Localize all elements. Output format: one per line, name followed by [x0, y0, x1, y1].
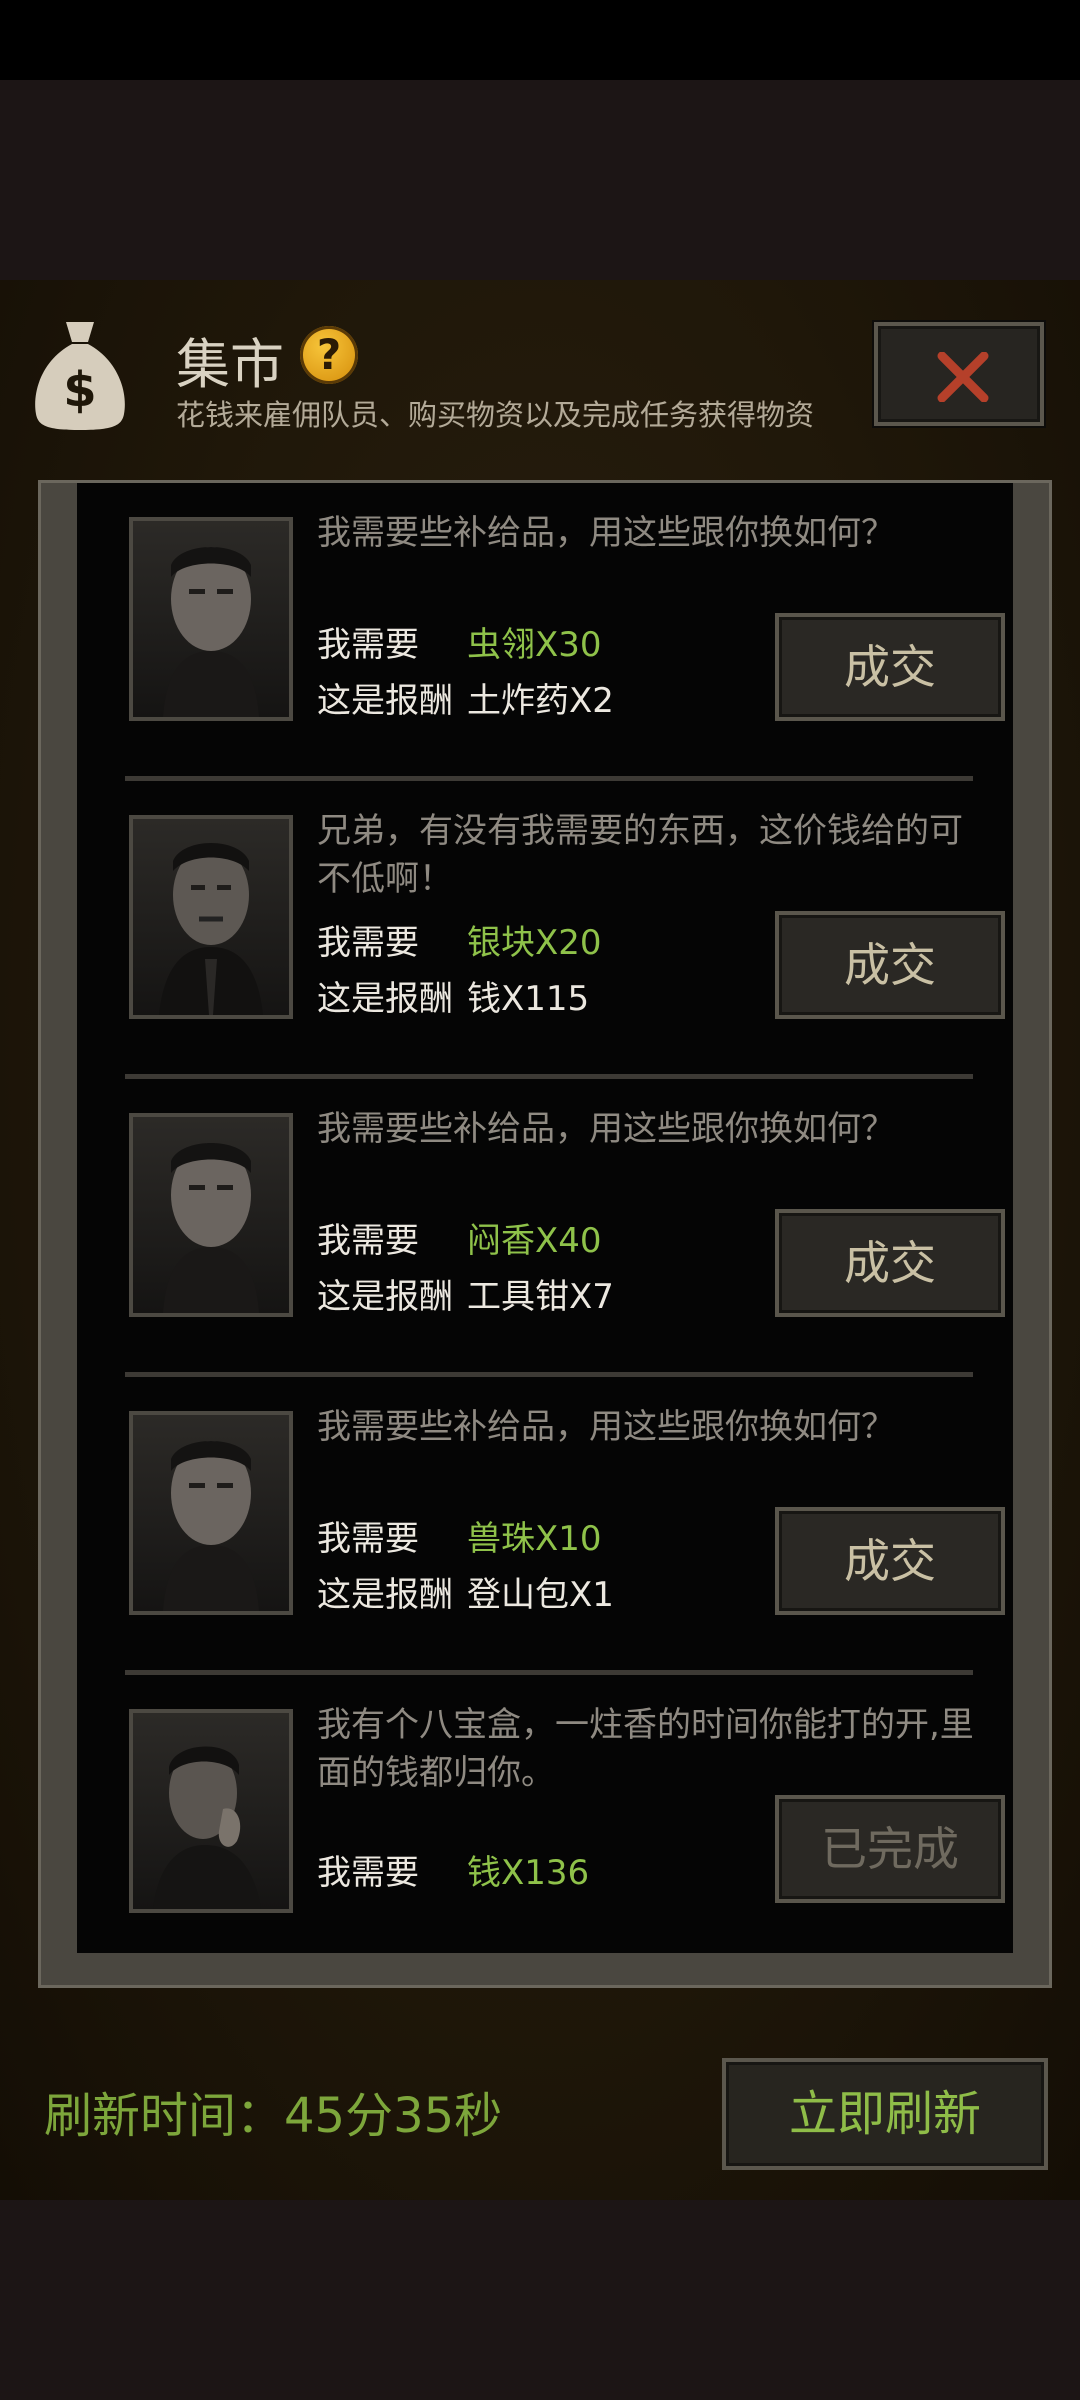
deal-button[interactable]: 成交	[775, 1507, 1005, 1615]
trade-dialog: 兄弟，有没有我需要的东西，这价钱给的可不低啊！	[317, 811, 963, 899]
trader-portrait	[129, 815, 293, 1019]
reward-label: 这是报酬	[317, 681, 453, 721]
reward-value: 钱X115	[467, 979, 590, 1019]
need-label: 我需要	[317, 923, 419, 963]
need-value: 兽珠X10	[467, 1519, 602, 1559]
trader-face-image	[153, 1746, 261, 1909]
bag-dollar-glyph: $	[63, 362, 96, 418]
need-value: 银块X20	[467, 923, 602, 963]
trade-row: 我需要些补给品，用这些跟你换如何？ 我需要 闷香X40 这是报酬 工具钳X7 成…	[77, 1079, 1013, 1377]
trade-row: 兄弟，有没有我需要的东西，这价钱给的可不低啊！ 我需要 银块X20 这是报酬 钱…	[77, 781, 1013, 1079]
trader-portrait	[129, 517, 293, 721]
market-panel: $ 集市 ? 花钱来雇佣队员、购买物资以及完成任务获得物资 我需要些补给品，用这…	[0, 280, 1080, 2200]
trade-dialog: 我需要些补给品，用这些跟你换如何？	[317, 513, 895, 553]
page-title: 集市	[176, 333, 284, 396]
trader-face-image	[163, 1143, 259, 1313]
close-button[interactable]	[874, 322, 1044, 426]
bottom-backdrop	[0, 2200, 1080, 2400]
completed-button: 已完成	[775, 1795, 1005, 1903]
trade-row: 我有个八宝盒，一炷香的时间你能打的开,里面的钱都归你。 我需要 钱X136 已完…	[77, 1675, 1013, 1973]
trader-portrait	[129, 1113, 293, 1317]
money-bag-icon: $	[35, 322, 125, 430]
trader-portrait	[129, 1411, 293, 1615]
help-icon[interactable]: ?	[300, 326, 358, 384]
reward-label: 这是报酬	[317, 979, 453, 1019]
need-label: 我需要	[317, 1853, 419, 1893]
reward-value: 工具钳X7	[467, 1277, 614, 1317]
refresh-timer: 刷新时间：45分35秒	[44, 2088, 503, 2144]
deal-button[interactable]: 成交	[775, 1209, 1005, 1317]
trade-list[interactable]: 我需要些补给品，用这些跟你换如何？ 我需要 虫翎X30 这是报酬 土炸药X2 成…	[77, 483, 1013, 1953]
reward-label: 这是报酬	[317, 1277, 453, 1317]
reward-value: 土炸药X2	[467, 681, 614, 721]
trader-face-image	[159, 843, 263, 1015]
refresh-now-button[interactable]: 立即刷新	[722, 2058, 1048, 2170]
trader-portrait	[129, 1709, 293, 1913]
need-label: 我需要	[317, 1221, 419, 1261]
need-label: 我需要	[317, 1519, 419, 1559]
reward-value: 登山包X1	[467, 1575, 614, 1615]
need-value: 闷香X40	[467, 1221, 602, 1261]
trade-row: 我需要些补给品，用这些跟你换如何？ 我需要 虫翎X30 这是报酬 土炸药X2 成…	[77, 483, 1013, 781]
trade-dialog: 我需要些补给品，用这些跟你换如何？	[317, 1109, 895, 1149]
trade-row: 我需要些补给品，用这些跟你换如何？ 我需要 兽珠X10 这是报酬 登山包X1 成…	[77, 1377, 1013, 1675]
deal-button[interactable]: 成交	[775, 613, 1005, 721]
need-value: 虫翎X30	[467, 625, 602, 665]
need-label: 我需要	[317, 625, 419, 665]
trade-list-frame: 我需要些补给品，用这些跟你换如何？ 我需要 虫翎X30 这是报酬 土炸药X2 成…	[38, 480, 1052, 1988]
reward-label: 这是报酬	[317, 1575, 453, 1615]
close-icon	[937, 352, 989, 402]
status-bar	[0, 0, 1080, 80]
deal-button[interactable]: 成交	[775, 911, 1005, 1019]
top-backdrop	[0, 80, 1080, 280]
page-subtitle: 花钱来雇佣队员、购买物资以及完成任务获得物资	[176, 398, 815, 432]
trade-dialog: 我需要些补给品，用这些跟你换如何？	[317, 1407, 895, 1447]
trader-face-image	[163, 1441, 259, 1611]
need-value: 钱X136	[467, 1853, 590, 1893]
trader-face-image	[163, 547, 259, 717]
trade-dialog: 我有个八宝盒，一炷香的时间你能打的开,里面的钱都归你。	[317, 1705, 974, 1793]
